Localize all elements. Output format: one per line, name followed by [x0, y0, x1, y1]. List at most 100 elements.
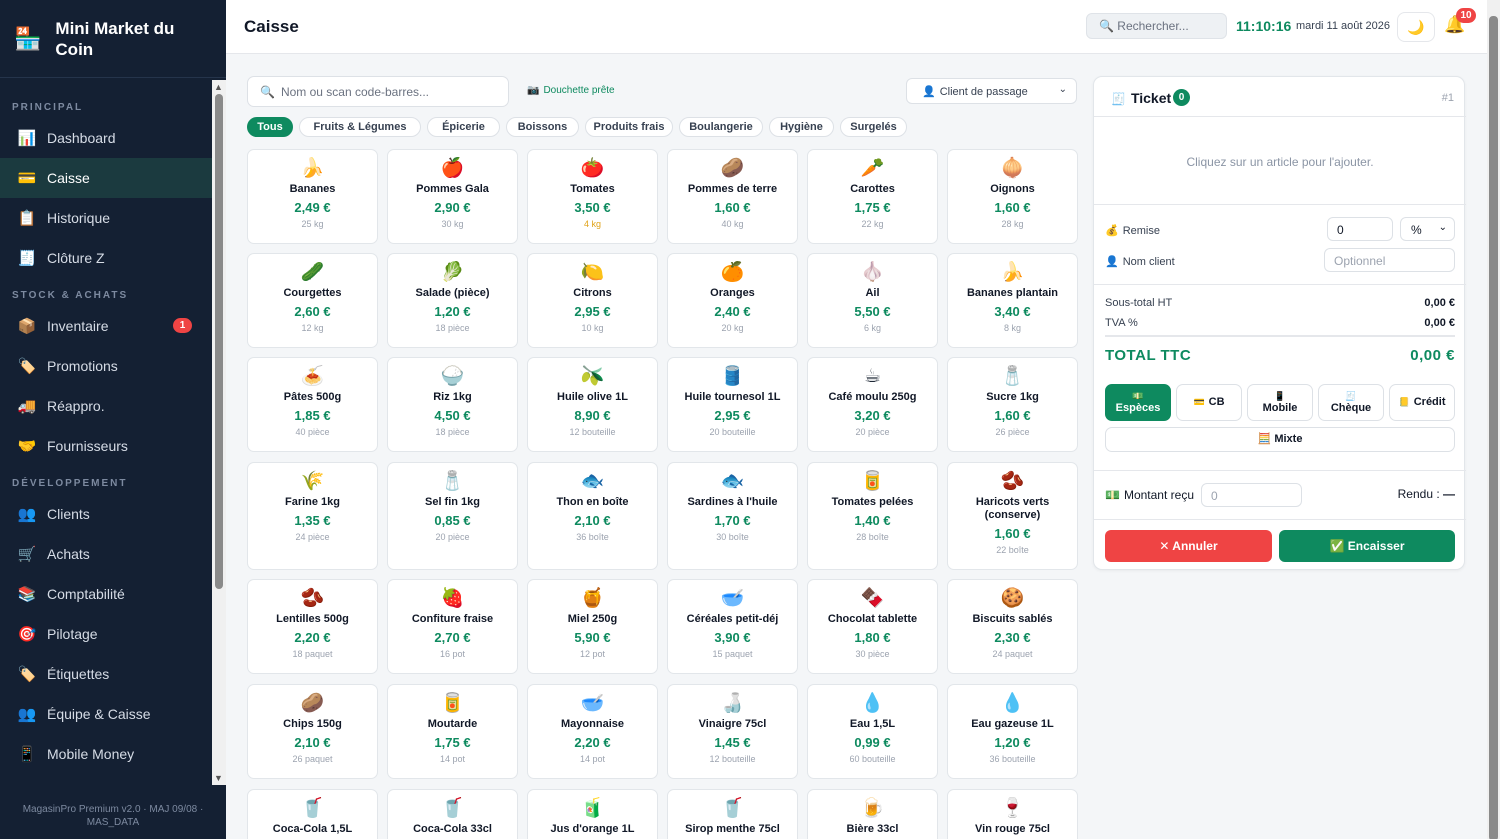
category-tab[interactable]: Tous	[247, 117, 293, 137]
product-name: Pâtes 500g	[283, 391, 342, 403]
product-card[interactable]: 🥤 Coca-Cola 1,5L	[247, 789, 378, 839]
product-card[interactable]: 💧 Eau gazeuse 1L 1,20 € 36 bouteille	[947, 684, 1078, 779]
product-search-input[interactable]: 🔍 Nom ou scan code-barres...	[247, 76, 509, 107]
product-card[interactable]: 🫘 Lentilles 500g 2,20 € 18 paquet	[247, 579, 378, 674]
cash-icon: 💵	[1105, 488, 1120, 502]
sidebar-item-dashboard[interactable]: 📊 Dashboard	[0, 118, 212, 158]
sidebar-item-pilotage[interactable]: 🎯 Pilotage	[0, 614, 212, 654]
mixed-payment-button[interactable]: 🧮 Mixte	[1105, 427, 1455, 452]
sidebar-item-inventaire[interactable]: 📦 Inventaire 1	[0, 306, 212, 346]
amount-received-input[interactable]: 0	[1201, 483, 1302, 507]
product-card[interactable]: 🍪 Biscuits sablés 2,30 € 24 paquet	[947, 579, 1078, 674]
category-tab[interactable]: Boissons	[506, 117, 579, 137]
sidebar-item-réappro-[interactable]: 🚚 Réappro.	[0, 386, 212, 426]
product-card[interactable]: 🧂 Sel fin 1kg 0,85 € 20 pièce	[387, 462, 518, 570]
category-tab[interactable]: Épicerie	[427, 117, 500, 137]
product-card[interactable]: 🍎 Pommes Gala 2,90 € 30 kg	[387, 149, 518, 244]
scroll-up-icon[interactable]: ▲	[214, 82, 223, 92]
product-card[interactable]: 🍅 Tomates 3,50 € 4 kg	[527, 149, 658, 244]
product-card[interactable]: 🍋 Citrons 2,95 € 10 kg	[527, 253, 658, 348]
divider	[1094, 204, 1466, 205]
page-scroll-thumb[interactable]	[1489, 16, 1498, 839]
scroll-down-icon[interactable]: ▼	[214, 773, 223, 783]
product-card[interactable]: 💧 Eau 1,5L 0,99 € 60 bouteille	[807, 684, 938, 779]
product-name: Salade (pièce)	[415, 287, 490, 299]
product-card[interactable]: 🛢️ Huile tournesol 1L 2,95 € 20 bouteille	[667, 357, 798, 452]
product-card[interactable]: 🥔 Chips 150g 2,10 € 26 paquet	[247, 684, 378, 779]
category-tab[interactable]: Boulangerie	[679, 117, 763, 137]
ticket-empty-message: Cliquez sur un article pour l'ajouter.	[1186, 155, 1374, 169]
global-search-input[interactable]: 🔍 Rechercher...	[1086, 13, 1227, 39]
discount-input[interactable]: 0	[1327, 217, 1393, 241]
nav-icon: 🤝	[17, 438, 37, 455]
brand[interactable]: 🏪 Mini Market du Coin	[0, 0, 226, 78]
product-card[interactable]: ☕ Café moulu 250g 3,20 € 20 pièce	[807, 357, 938, 452]
sidebar-item-caisse[interactable]: 💳 Caisse	[0, 158, 212, 198]
sidebar-scrollbar[interactable]: ▲ ▼	[212, 80, 226, 785]
product-card[interactable]: 🧅 Oignons 1,60 € 28 kg	[947, 149, 1078, 244]
product-card[interactable]: 🧄 Ail 5,50 € 6 kg	[807, 253, 938, 348]
sidebar-item-étiquettes[interactable]: 🏷️ Étiquettes	[0, 654, 212, 694]
sidebar-item-clients[interactable]: 👥 Clients	[0, 494, 212, 534]
product-card[interactable]: 🐟 Thon en boîte 2,10 € 36 boîte	[527, 462, 658, 570]
product-card[interactable]: 🍫 Chocolat tablette 1,80 € 30 pièce	[807, 579, 938, 674]
sidebar-item-historique[interactable]: 📋 Historique	[0, 198, 212, 238]
product-card[interactable]: 🍶 Vinaigre 75cl 1,45 € 12 bouteille	[667, 684, 798, 779]
nav-icon: 🏷️	[17, 666, 37, 683]
page-scrollbar[interactable]	[1487, 0, 1500, 839]
product-card[interactable]: 🌾 Farine 1kg 1,35 € 24 pièce	[247, 462, 378, 570]
product-card[interactable]: 🥔 Pommes de terre 1,60 € 40 kg	[667, 149, 798, 244]
product-card[interactable]: 🍷 Vin rouge 75cl	[947, 789, 1078, 839]
checkout-button[interactable]: ✅ Encaisser	[1279, 530, 1455, 562]
product-card[interactable]: 🥬 Salade (pièce) 1,20 € 18 pièce	[387, 253, 518, 348]
nav-icon: 🛒	[17, 546, 37, 563]
client-name-input[interactable]: Optionnel	[1324, 248, 1455, 272]
product-card[interactable]: 🧃 Jus d'orange 1L	[527, 789, 658, 839]
sidebar-scroll-thumb[interactable]	[215, 94, 223, 589]
product-card[interactable]: 🍝 Pâtes 500g 1,85 € 40 pièce	[247, 357, 378, 452]
product-card[interactable]: 🥫 Moutarde 1,75 € 14 pot	[387, 684, 518, 779]
sidebar-item-équipe-caisse[interactable]: 👥 Équipe & Caisse	[0, 694, 212, 734]
product-card[interactable]: 🍊 Oranges 2,40 € 20 kg	[667, 253, 798, 348]
product-card[interactable]: 🐟 Sardines à l'huile 1,70 € 30 boîte	[667, 462, 798, 570]
product-card[interactable]: 🍚 Riz 1kg 4,50 € 18 pièce	[387, 357, 518, 452]
product-card[interactable]: 🍯 Miel 250g 5,90 € 12 pot	[527, 579, 658, 674]
product-card[interactable]: 🥣 Mayonnaise 2,20 € 14 pot	[527, 684, 658, 779]
dark-mode-toggle[interactable]: 🌙	[1397, 12, 1435, 42]
product-card[interactable]: 🥤 Coca-Cola 33cl	[387, 789, 518, 839]
sidebar-item-clôture-z[interactable]: 🧾 Clôture Z	[0, 238, 212, 278]
payment-espèces-button[interactable]: 💵 Espèces	[1105, 384, 1171, 421]
product-card[interactable]: 🥫 Tomates pelées 1,40 € 28 boîte	[807, 462, 938, 570]
product-card[interactable]: 🧂 Sucre 1kg 1,60 € 26 pièce	[947, 357, 1078, 452]
payment-crédit-button[interactable]: 📒 Crédit	[1389, 384, 1455, 421]
product-card[interactable]: 🍓 Confiture fraise 2,70 € 16 pot	[387, 579, 518, 674]
payment-cb-button[interactable]: 💳 CB	[1176, 384, 1242, 421]
category-tab[interactable]: Surgelés	[840, 117, 907, 137]
product-card[interactable]: 🫘 Haricots verts (conserve) 1,60 € 22 boîte	[947, 462, 1078, 570]
payment-mobile-button[interactable]: 📱 Mobile	[1247, 384, 1313, 421]
product-card[interactable]: 🥕 Carottes 1,75 € 22 kg	[807, 149, 938, 244]
cancel-button[interactable]: ✕ Annuler	[1105, 530, 1272, 562]
sidebar-item-fournisseurs[interactable]: 🤝 Fournisseurs	[0, 426, 212, 466]
category-tab[interactable]: Fruits & Légumes	[299, 117, 421, 137]
sidebar-item-achats[interactable]: 🛒 Achats	[0, 534, 212, 574]
sidebar-item-promotions[interactable]: 🏷️ Promotions	[0, 346, 212, 386]
sidebar-item-mobile-money[interactable]: 📱 Mobile Money	[0, 734, 212, 774]
product-card[interactable]: 🍺 Bière 33cl	[807, 789, 938, 839]
payment-chèque-button[interactable]: 🧾 Chèque	[1318, 384, 1384, 421]
product-icon: ☕	[863, 366, 882, 387]
product-card[interactable]: 🍌 Bananes plantain 3,40 € 8 kg	[947, 253, 1078, 348]
product-card[interactable]: 🍌 Bananes 2,49 € 25 kg	[247, 149, 378, 244]
product-card[interactable]: 🥒 Courgettes 2,60 € 12 kg	[247, 253, 378, 348]
sidebar-item-comptabilité[interactable]: 📚 Comptabilité	[0, 574, 212, 614]
client-select[interactable]: 👤 Client de passage ⌄	[906, 78, 1077, 104]
product-card[interactable]: 🫒 Huile olive 1L 8,90 € 12 bouteille	[527, 357, 658, 452]
category-tab[interactable]: Produits frais	[585, 117, 673, 137]
product-card[interactable]: 🥣 Céréales petit-déj 3,90 € 15 paquet	[667, 579, 798, 674]
product-card[interactable]: 🥤 Sirop menthe 75cl	[667, 789, 798, 839]
product-name: Huile tournesol 1L	[684, 391, 781, 403]
discount-unit-select[interactable]: % ⌄	[1400, 217, 1455, 241]
sidebar-nav: PRINCIPAL 📊 Dashboard 💳 Caisse 📋 Historique 🧾 Cl…	[0, 80, 212, 785]
product-icon: 🫘	[1000, 471, 1025, 492]
category-tab[interactable]: Hygiène	[769, 117, 834, 137]
